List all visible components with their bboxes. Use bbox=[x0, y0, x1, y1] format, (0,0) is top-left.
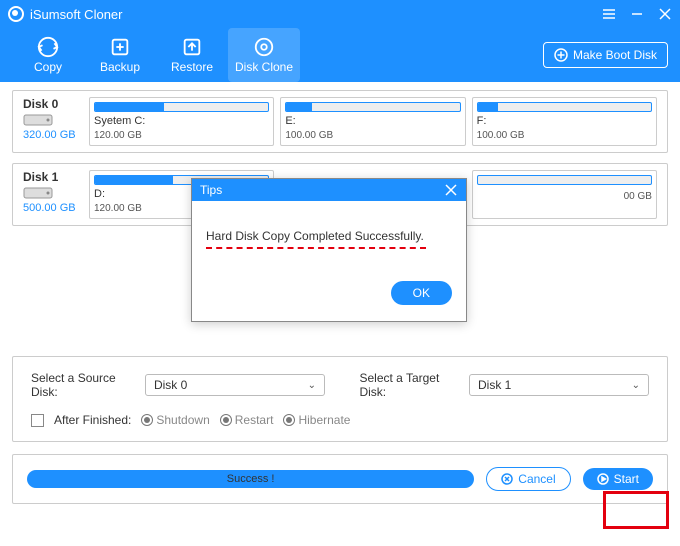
minimize-icon[interactable] bbox=[630, 7, 644, 21]
tab-diskclone-label: Disk Clone bbox=[235, 60, 293, 74]
start-label: Start bbox=[614, 472, 639, 486]
x-circle-icon bbox=[501, 473, 513, 485]
tab-restore[interactable]: Restore bbox=[156, 28, 228, 82]
backup-icon bbox=[109, 36, 131, 58]
tab-restore-label: Restore bbox=[171, 60, 213, 74]
partition[interactable]: F: 100.00 GB bbox=[472, 97, 657, 146]
close-icon[interactable] bbox=[658, 7, 672, 21]
cancel-label: Cancel bbox=[518, 472, 555, 486]
source-disk-label: Select a Source Disk: bbox=[31, 371, 135, 399]
app-title: iSumsoft Cloner bbox=[30, 7, 122, 22]
partition-label: F: bbox=[477, 115, 652, 127]
modal-title: Tips bbox=[200, 183, 222, 197]
disk-card-0: Disk 0 320.00 GB Syetem C: 120.00 GB E: … bbox=[12, 90, 668, 153]
cancel-button[interactable]: Cancel bbox=[486, 467, 570, 491]
target-disk-value: Disk 1 bbox=[478, 378, 511, 392]
source-disk-dropdown[interactable]: Disk 0 ⌄ bbox=[145, 374, 325, 396]
titlebar: iSumsoft Cloner bbox=[0, 0, 680, 28]
plus-circle-icon bbox=[554, 48, 568, 62]
partition-size: 100.00 GB bbox=[477, 130, 652, 141]
start-button[interactable]: Start bbox=[583, 468, 653, 490]
disk-name: Disk 0 bbox=[23, 97, 58, 111]
chevron-down-icon: ⌄ bbox=[308, 380, 316, 391]
partition[interactable]: 00 GB bbox=[472, 170, 657, 219]
target-disk-dropdown[interactable]: Disk 1 ⌄ bbox=[469, 374, 649, 396]
partition[interactable]: E: 100.00 GB bbox=[280, 97, 465, 146]
target-disk-label: Select a Target Disk: bbox=[359, 371, 459, 399]
partitions-0: Syetem C: 120.00 GB E: 100.00 GB F: 100.… bbox=[89, 97, 657, 146]
chevron-down-icon: ⌄ bbox=[632, 380, 640, 391]
partition-label: Syetem C: bbox=[94, 115, 269, 127]
tab-backup[interactable]: Backup bbox=[84, 28, 156, 82]
menu-icon[interactable] bbox=[602, 7, 616, 21]
settings-card: Select a Source Disk: Disk 0 ⌄ Select a … bbox=[12, 356, 668, 442]
restore-icon bbox=[181, 36, 203, 58]
bottom-card: Success ! Cancel Start bbox=[12, 454, 668, 504]
tab-diskclone[interactable]: Disk Clone bbox=[228, 28, 300, 82]
hibernate-radio[interactable]: Hibernate bbox=[283, 413, 350, 427]
disk-size: 320.00 GB bbox=[23, 129, 76, 141]
app-logo-icon bbox=[8, 6, 24, 22]
hdd-icon bbox=[23, 114, 53, 126]
progress-bar: Success ! bbox=[27, 470, 474, 488]
modal-close-icon[interactable] bbox=[444, 183, 458, 197]
shutdown-radio[interactable]: Shutdown bbox=[141, 413, 209, 427]
modal-underline bbox=[206, 247, 426, 249]
window-controls bbox=[602, 7, 672, 21]
partition-size: 00 GB bbox=[477, 191, 652, 202]
make-boot-label: Make Boot Disk bbox=[573, 48, 657, 62]
play-circle-icon bbox=[597, 473, 609, 485]
partition-size: 120.00 GB bbox=[94, 130, 269, 141]
tips-modal: Tips Hard Disk Copy Completed Successful… bbox=[191, 178, 467, 322]
restart-radio[interactable]: Restart bbox=[220, 413, 274, 427]
copy-icon bbox=[37, 36, 59, 58]
tab-backup-label: Backup bbox=[100, 60, 140, 74]
after-finished-checkbox[interactable] bbox=[31, 414, 44, 427]
toolbar-tabs: Copy Backup Restore Disk Clone bbox=[12, 28, 300, 82]
diskclone-icon bbox=[253, 36, 275, 58]
modal-footer: OK bbox=[192, 265, 466, 321]
toolbar: Copy Backup Restore Disk Clone Make Boot… bbox=[0, 28, 680, 82]
disk-size: 500.00 GB bbox=[23, 202, 76, 214]
disk-header-1: Disk 1 500.00 GB bbox=[23, 170, 81, 214]
titlebar-left: iSumsoft Cloner bbox=[8, 6, 122, 22]
modal-titlebar: Tips bbox=[192, 179, 466, 201]
after-finished-label: After Finished: bbox=[54, 413, 131, 427]
tab-copy-label: Copy bbox=[34, 60, 62, 74]
tab-copy[interactable]: Copy bbox=[12, 28, 84, 82]
partition-size: 100.00 GB bbox=[285, 130, 460, 141]
disk-name: Disk 1 bbox=[23, 170, 58, 184]
source-disk-value: Disk 0 bbox=[154, 378, 187, 392]
make-boot-disk-button[interactable]: Make Boot Disk bbox=[543, 42, 668, 68]
hdd-icon bbox=[23, 187, 53, 199]
disk-header-0: Disk 0 320.00 GB bbox=[23, 97, 81, 141]
partition[interactable]: Syetem C: 120.00 GB bbox=[89, 97, 274, 146]
modal-message: Hard Disk Copy Completed Successfully. bbox=[206, 229, 452, 243]
modal-ok-button[interactable]: OK bbox=[391, 281, 452, 305]
modal-body: Hard Disk Copy Completed Successfully. bbox=[192, 201, 466, 265]
progress-text: Success ! bbox=[227, 473, 275, 485]
partition-label: E: bbox=[285, 115, 460, 127]
